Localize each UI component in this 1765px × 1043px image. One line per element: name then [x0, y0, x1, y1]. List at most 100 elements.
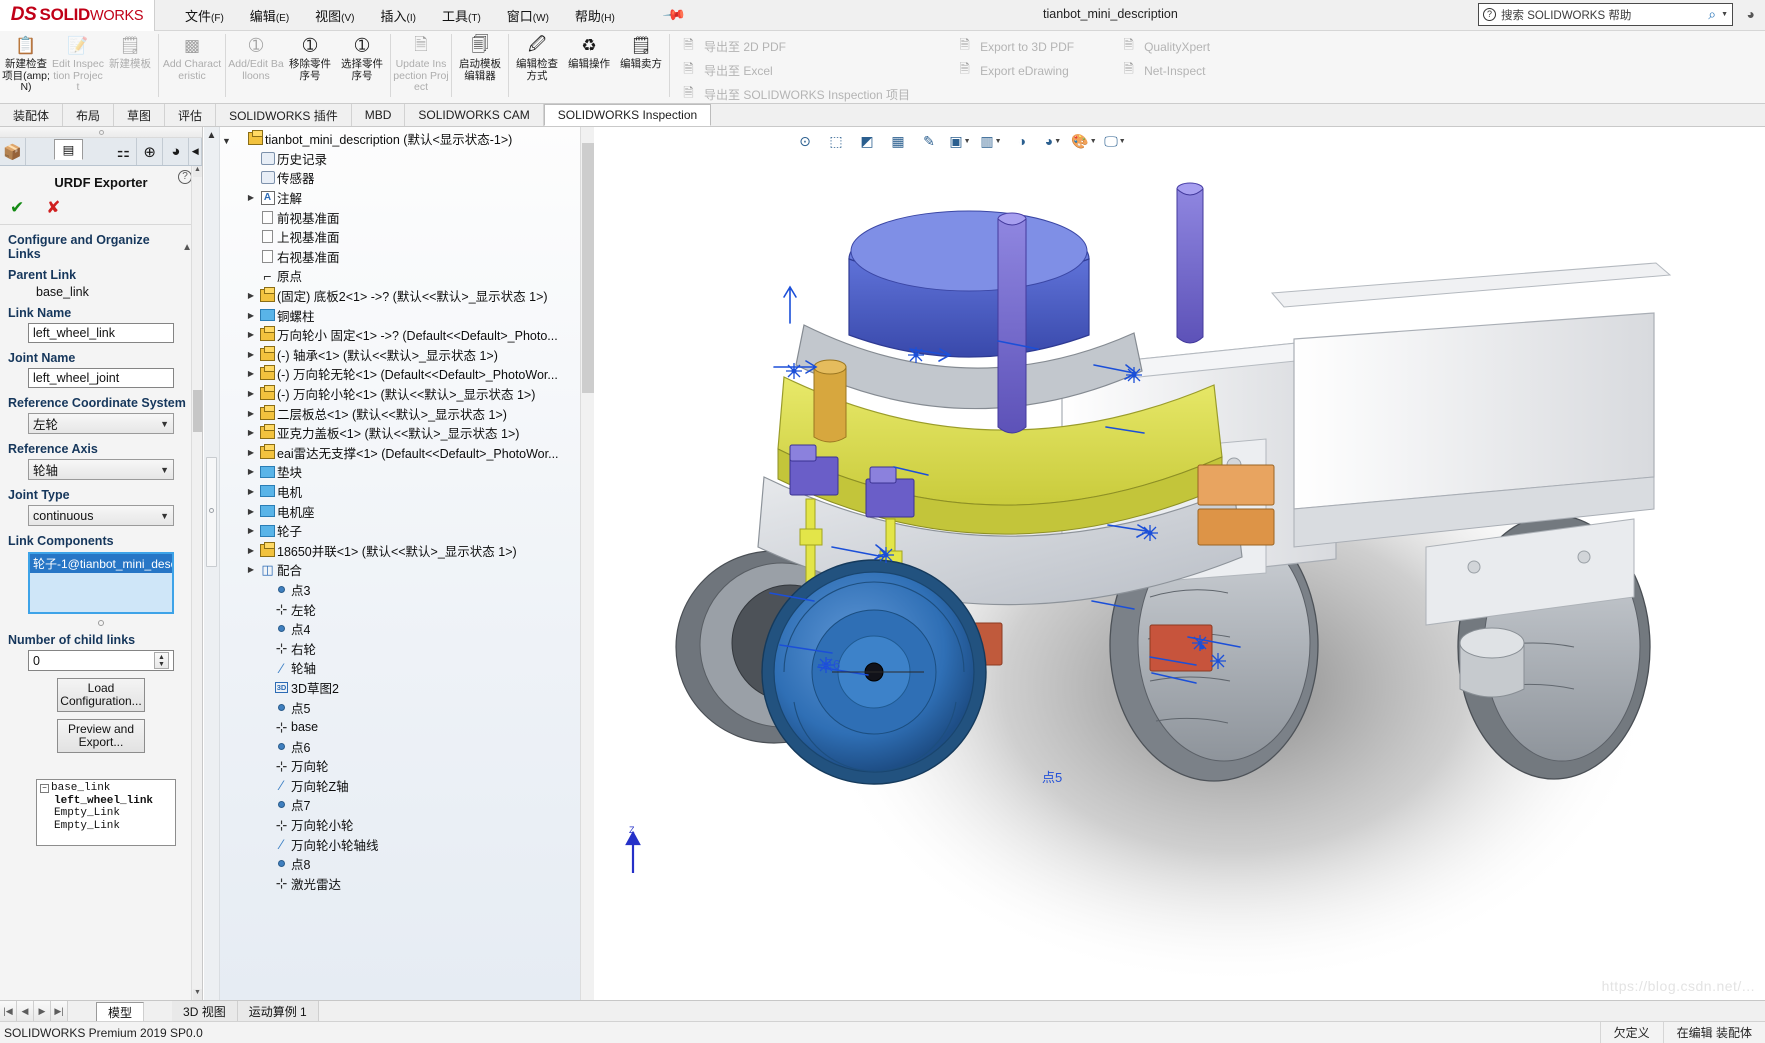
tree-row-root[interactable]: tianbot_mini_description (默认<显示状态-1>) [230, 129, 582, 149]
tab-solidworks-cam[interactable]: SOLIDWORKS CAM [405, 104, 544, 126]
edit-inspection-project-button[interactable]: 📝 Edit Inspection Project [52, 31, 104, 101]
configure-links-section-header[interactable]: Configure and Organize Links ▲ [0, 225, 202, 264]
tree-expander[interactable]: ▶ [244, 546, 258, 555]
cancel-button[interactable]: ✘ [46, 198, 60, 218]
tab-sketch[interactable]: 草图 [114, 104, 166, 126]
tree-row[interactable]: ⁄ 万向轮小轮轴线 [230, 834, 582, 854]
search-input[interactable]: 搜索 SOLIDWORKS 帮助 [1501, 7, 1703, 23]
tab-solidworks-addins[interactable]: SOLIDWORKS 插件 [216, 104, 352, 126]
last-tab-button[interactable]: ▶| [51, 1001, 68, 1021]
scroll-up-arrow[interactable]: ▲ [193, 166, 202, 177]
number-of-child-links-stepper[interactable]: 0 ▲ ▼ [28, 650, 174, 671]
scrollbar-thumb[interactable] [582, 143, 594, 393]
first-tab-button[interactable]: |◀ [0, 1001, 17, 1021]
tree-row[interactable]: ▶ (-) 万向轮无轮<1> (Default<<Default>_PhotoWo… [230, 364, 582, 384]
help-search-box[interactable]: ? 搜索 SOLIDWORKS 帮助 ⌕ ▼ [1478, 3, 1733, 26]
tree-expander[interactable]: ▶ [244, 448, 258, 457]
tree-node-left-wheel-link[interactable]: left_wheel_link [40, 795, 175, 808]
annotation-label-point6[interactable]: 点6 [820, 654, 840, 673]
edit-vendor-button[interactable]: 🗒 编辑卖方 [615, 31, 667, 101]
property-manager-tab[interactable]: ▤ [54, 139, 83, 160]
select-balloon-button[interactable]: ➀ 选择零件序号 [336, 31, 388, 101]
next-tab-button[interactable]: ▶ [34, 1001, 51, 1021]
robot-3d-model[interactable] [594, 127, 1765, 1000]
tree-row[interactable]: ⊹ 万向轮小轮 [230, 815, 582, 835]
new-inspection-project-button[interactable]: 📋 新建检查项目(amp;N) [0, 31, 52, 101]
tree-row[interactable]: ▶ 亚克力盖板<1> (默认<<默认>_显示状态 1>) [230, 423, 582, 443]
tab-assembly[interactable]: 装配体 [0, 104, 64, 126]
tree-row[interactable]: ▶ (-) 轴承<1> (默认<<默认>_显示状态 1>) [230, 345, 582, 365]
update-inspection-project-button[interactable]: 🗎 Update Inspection Project [393, 31, 449, 101]
tab-layout[interactable]: 布局 [63, 104, 115, 126]
tree-row[interactable]: 前视基准面 [230, 207, 582, 227]
link-hierarchy-tree[interactable]: − base_link left_wheel_link Empty_Link Em… [36, 779, 176, 846]
tree-row[interactable]: 点8 [230, 854, 582, 874]
tree-node-empty-link-1[interactable]: Empty_Link [40, 807, 175, 820]
tree-expander[interactable]: ▶ [244, 330, 258, 339]
tree-row[interactable]: ▶ 铜螺柱 [230, 305, 582, 325]
accept-button[interactable]: ✔ [10, 198, 24, 218]
display-manager-tab[interactable]: ◕ [163, 138, 190, 165]
launch-template-editor-button[interactable]: 🗐 启动模板编辑器 [454, 31, 506, 101]
tab-evaluate[interactable]: 评估 [165, 104, 217, 126]
tree-expander[interactable]: ▶ [244, 409, 258, 418]
tree-expander[interactable]: ▶ [244, 193, 258, 202]
tree-row[interactable]: 右视基准面 [230, 247, 582, 267]
tree-row[interactable]: ▶ A 注解 [230, 188, 582, 208]
tree-expander[interactable]: ▶ [244, 565, 258, 574]
help-icon[interactable]: ? [178, 170, 192, 184]
tree-expander[interactable]: ▶ [244, 369, 258, 378]
add-characteristic-button[interactable]: ▩ Add Characteristic [161, 31, 223, 101]
tree-row[interactable]: ▶ 垫块 [230, 462, 582, 482]
remove-balloon-button[interactable]: ➀ 移除零件序号 [284, 31, 336, 101]
menu-help[interactable]: 帮助(H) [575, 6, 615, 25]
panel-grip[interactable] [0, 127, 202, 138]
scrollbar-thumb[interactable] [193, 390, 202, 432]
tree-expander[interactable]: ▶ [244, 487, 258, 496]
left-panel-scrollbar[interactable]: ▲ ▼ [191, 166, 202, 1000]
graphics-viewport[interactable]: ⊙ ⬚ ◩ ▦ ✎ ▣ ▼ ▥ ▼ ◑ ◕ ▼ 🎨 ▼ 🖵 ▼ 点6 点5 Z … [594, 127, 1765, 1000]
tree-row[interactable]: 点6 [230, 736, 582, 756]
tree-node-empty-link-2[interactable]: Empty_Link [40, 820, 175, 833]
tree-row[interactable]: ▶ 万向轮小 固定<1> ->? (Default<<Default>_Photo… [230, 325, 582, 345]
configuration-manager-tab[interactable]: ⚏ [111, 138, 138, 165]
tree-row[interactable]: ▶ 18650并联<1> (默认<<默认>_显示状态 1>) [230, 540, 582, 560]
tree-row[interactable]: ⊹ 右轮 [230, 638, 582, 658]
export-edrawing-item[interactable]: 🗎 Export eDrawing [956, 60, 1074, 81]
annotation-label-point5[interactable]: 点5 [1042, 767, 1062, 786]
tree-expander[interactable]: ▶ [244, 311, 258, 320]
tree-row[interactable]: ▶ (固定) 底板2<1> ->? (默认<<默认>_显示状态 1>) [230, 286, 582, 306]
menu-window[interactable]: 窗口(W) [507, 6, 549, 25]
tree-row[interactable]: ⊹ 万向轮 [230, 756, 582, 776]
edit-operation-button[interactable]: ♻ 编辑操作 [563, 31, 615, 101]
preview-and-export-button[interactable]: Preview and Export... [57, 719, 145, 753]
tree-expander[interactable]: ▶ [244, 428, 258, 437]
dimxpert-manager-tab[interactable]: ⊕ [137, 138, 164, 165]
tree-row[interactable]: 点4 [230, 619, 582, 639]
feature-manager-tab[interactable]: 📦 [0, 138, 27, 165]
joint-name-input[interactable]: left_wheel_joint [28, 368, 174, 388]
previous-tab-button[interactable]: ◀ [17, 1001, 34, 1021]
collapse-panel-button[interactable]: ◀ [189, 138, 202, 165]
edit-inspection-method-button[interactable]: 🖉 编辑检查方式 [511, 31, 563, 101]
tree-splitter-handle[interactable] [206, 457, 217, 567]
scroll-down-arrow[interactable]: ▼ [193, 989, 202, 1000]
tree-scroll-up-icon[interactable]: ▲ [204, 130, 219, 141]
chevron-down-icon[interactable]: ▼ [1721, 11, 1728, 18]
add-edit-balloons-button[interactable]: ➀ Add/Edit Balloons [228, 31, 284, 101]
tree-row[interactable]: ▶ (-) 万向轮小轮<1> (默认<<默认>_显示状态 1>) [230, 384, 582, 404]
tree-expander[interactable]: ▶ [244, 350, 258, 359]
search-icon[interactable]: ⌕ [1708, 6, 1716, 23]
tree-row[interactable]: 点7 [230, 795, 582, 815]
tab-solidworks-inspection[interactable]: SOLIDWORKS Inspection [543, 104, 712, 126]
reference-axis-select[interactable]: 轮轴 ▼ [28, 459, 174, 480]
export-swi-project-item[interactable]: 🗎 导出至 SOLIDWORKS Inspection 项目 [680, 84, 910, 105]
load-configuration-button[interactable]: Load Configuration... [57, 678, 145, 712]
tree-row[interactable]: 点3 [230, 580, 582, 600]
link-components-listbox[interactable]: 轮子-1@tianbot_mini_descrip [28, 552, 174, 614]
tree-row[interactable]: 传感器 [230, 168, 582, 188]
menu-insert[interactable]: 插入(I) [381, 6, 416, 25]
user-account-icon[interactable]: ◕ [1747, 6, 1755, 22]
link-name-input[interactable]: left_wheel_link [28, 323, 174, 343]
joint-type-select[interactable]: continuous ▼ [28, 505, 174, 526]
